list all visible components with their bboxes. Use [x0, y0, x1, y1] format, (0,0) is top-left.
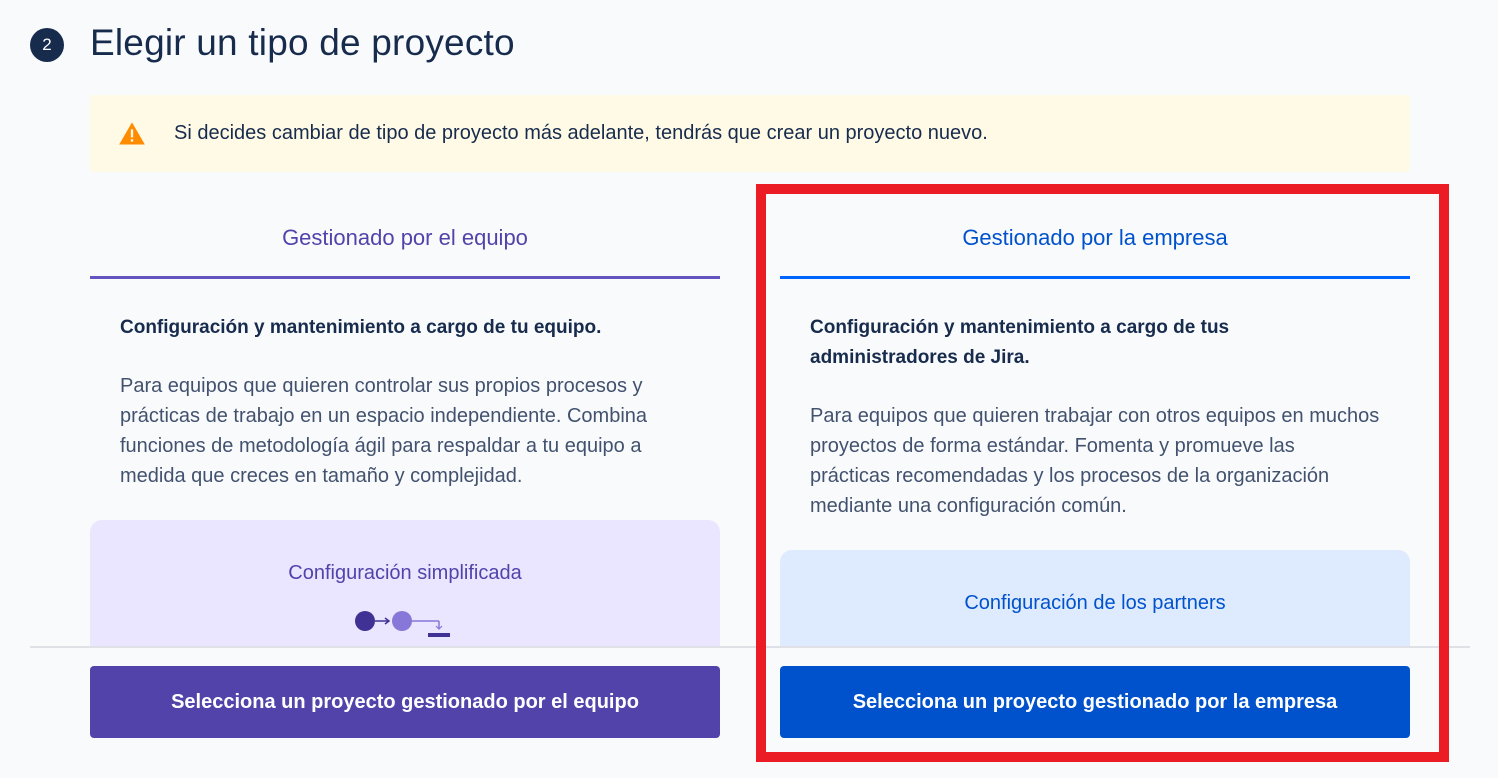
team-managed-column: Gestionado por el equipo Configuración y… — [90, 200, 720, 646]
project-type-page: 2 Elegir un tipo de proyecto Si decides … — [0, 0, 1498, 778]
select-company-managed-button[interactable]: Selecciona un proyecto gestionado por la… — [780, 666, 1410, 738]
step-number-badge: 2 — [30, 28, 64, 62]
step-number: 2 — [42, 35, 52, 54]
company-managed-description: Para equipos que quieren trabajar con ot… — [810, 405, 1380, 517]
team-managed-feature-card: Configuración simplificada — [90, 520, 720, 646]
company-managed-feature-card: Configuración de los partners — [780, 550, 1410, 646]
tab-company-managed-label: Gestionado por la empresa — [962, 225, 1228, 250]
company-managed-feature-title: Configuración de los partners — [964, 592, 1226, 614]
tab-team-managed[interactable]: Gestionado por el equipo — [90, 200, 720, 279]
warning-text: Si decides cambiar de tipo de proyecto m… — [174, 122, 988, 144]
company-managed-column: Gestionado por la empresa Configuración … — [780, 200, 1410, 646]
warning-banner: Si decides cambiar de tipo de proyecto m… — [90, 95, 1410, 172]
team-managed-subtitle: Configuración y mantenimiento a cargo de… — [120, 317, 602, 338]
tab-company-managed[interactable]: Gestionado por la empresa — [780, 200, 1410, 279]
tab-team-managed-label: Gestionado por el equipo — [282, 225, 528, 250]
select-team-managed-button[interactable]: Selecciona un proyecto gestionado por el… — [90, 666, 720, 738]
warning-triangle-icon — [119, 121, 145, 144]
company-managed-subtitle: Configuración y mantenimiento a cargo de… — [810, 317, 1230, 368]
page-title: Elegir un tipo de proyecto — [90, 22, 515, 63]
team-managed-description: Para equipos que quieren controlar sus p… — [120, 375, 648, 487]
workflow-illustration-icon — [355, 611, 450, 637]
team-managed-feature-title: Configuración simplificada — [288, 562, 522, 584]
footer-divider — [30, 646, 1470, 648]
